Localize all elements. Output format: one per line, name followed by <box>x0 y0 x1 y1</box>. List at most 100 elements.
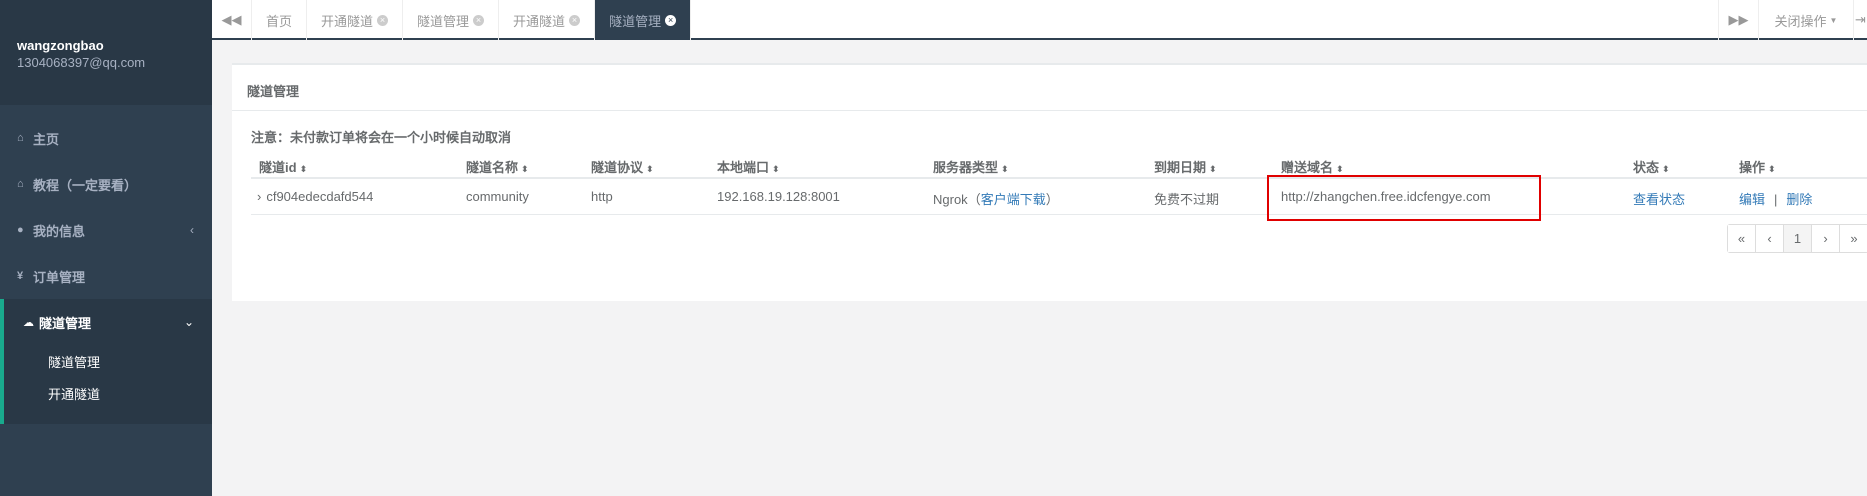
expand-row-icon[interactable]: › <box>257 189 261 204</box>
column-header-label: 隧道id <box>259 160 297 175</box>
view-status-link[interactable]: 查看状态 <box>1633 189 1685 208</box>
tab-open-tunnel[interactable]: 开通隧道 × <box>307 0 404 40</box>
cell-server-type: Ngrok（客户端下载） <box>933 189 1059 208</box>
column-header-actions[interactable]: 操作 ⬍ <box>1739 157 1776 176</box>
next-page-button[interactable]: › <box>1812 225 1840 252</box>
sort-icon: ⬍ <box>1768 164 1776 174</box>
separator: | <box>1774 192 1778 207</box>
sidebar-submenu: 隧道管理 开通隧道 <box>4 345 212 424</box>
sort-icon: ⬍ <box>646 164 654 174</box>
column-header-id[interactable]: 隧道id ⬍ <box>259 157 307 176</box>
column-header-label: 状态 <box>1633 160 1660 175</box>
scroll-right-icon[interactable]: ▶▶ <box>1718 0 1758 40</box>
sort-icon: ⬍ <box>1209 164 1217 174</box>
paren-close: ） <box>1045 192 1059 207</box>
tab-label: 隧道管理 <box>609 13 662 29</box>
tab-tunnel-manage-active[interactable]: 隧道管理 × <box>595 0 692 40</box>
home-icon: ⌂ <box>17 132 24 144</box>
sort-icon: ⬍ <box>772 164 780 174</box>
first-page-button[interactable]: « <box>1728 225 1756 252</box>
sidebar-item-my-info[interactable]: ● 我的信息 ‹ <box>0 207 212 253</box>
last-page-button[interactable]: » <box>1840 225 1867 252</box>
chevron-down-icon: ⌄ <box>183 315 194 329</box>
sidebar-item-label: 隧道管理 <box>39 315 92 331</box>
close-icon[interactable]: × <box>473 14 485 26</box>
column-header-label: 赠送域名 <box>1281 160 1334 175</box>
tab-tools: ▶▶ 关闭操作 ▼ ⇥ <box>1718 0 1867 40</box>
cell-expiry: 免费不过期 <box>1154 192 1220 207</box>
cell-name: community <box>466 189 529 204</box>
user-icon: ● <box>17 224 24 236</box>
cloud-icon: ☁ <box>23 316 34 329</box>
edit-link[interactable]: 编辑 <box>1739 192 1765 207</box>
column-header-local-port[interactable]: 本地端口 ⬍ <box>717 157 780 176</box>
column-header-domain[interactable]: 赠送域名 ⬍ <box>1281 157 1344 176</box>
tab-label: 开通隧道 <box>513 13 566 29</box>
column-header-label: 本地端口 <box>717 160 770 175</box>
tab-home[interactable]: 首页 <box>252 0 308 40</box>
tab-label: 首页 <box>266 13 293 29</box>
sort-icon: ⬍ <box>299 164 308 174</box>
chevron-left-icon: ‹ <box>190 223 194 237</box>
column-header-server-type[interactable]: 服务器类型 ⬍ <box>933 157 1009 176</box>
cell-protocol: http <box>591 189 613 204</box>
sort-icon: ⬍ <box>1001 164 1009 174</box>
sidebar-item-label: 主页 <box>33 131 60 147</box>
sidebar-item-label: 订单管理 <box>33 269 86 285</box>
sort-icon: ⬍ <box>1336 164 1344 174</box>
sidebar-item-orders[interactable]: ¥ 订单管理 <box>0 253 212 299</box>
close-icon[interactable]: × <box>569 14 581 26</box>
yen-icon: ¥ <box>17 270 24 282</box>
tabs-bar: ◀◀ 首页 开通隧道 × 隧道管理 × 开通隧道 × 隧道管理 × ▶▶ 关闭操… <box>212 0 1867 40</box>
highlight-box <box>1267 175 1541 221</box>
column-header-expiry[interactable]: 到期日期 ⬍ <box>1154 157 1217 176</box>
paren-open: （ <box>967 192 981 207</box>
tab-tunnel-manage[interactable]: 隧道管理 × <box>403 0 500 40</box>
sort-icon: ⬍ <box>521 164 529 174</box>
content-panel: 隧道管理 注意：未付款订单将会在一个小时候自动取消 隧道id ⬍ 隧道名称 ⬍ 隧道… <box>232 63 1867 301</box>
home-icon: ⌂ <box>17 178 24 190</box>
scroll-left-icon[interactable]: ◀◀ <box>212 0 252 40</box>
exit-icon[interactable]: ⇥ <box>1853 0 1867 40</box>
notice-text: 注意：未付款订单将会在一个小时候自动取消 <box>251 130 512 145</box>
column-header-label: 操作 <box>1739 160 1766 175</box>
table-row: › cf904edecdafd544 community http 192.168… <box>251 179 1867 215</box>
sidebar-subitem-open-tunnel[interactable]: 开通隧道 <box>4 377 212 409</box>
tabs: 首页 开通隧道 × 隧道管理 × 开通隧道 × 隧道管理 × <box>252 0 692 40</box>
column-header-protocol[interactable]: 隧道协议 ⬍ <box>591 157 654 176</box>
column-header-name[interactable]: 隧道名称 ⬍ <box>466 157 529 176</box>
tab-open-tunnel[interactable]: 开通隧道 × <box>499 0 596 40</box>
column-header-status[interactable]: 状态 ⬍ <box>1633 157 1670 176</box>
profile-username[interactable]: wangzongbao <box>17 38 212 53</box>
column-header-label: 隧道协议 <box>591 160 644 175</box>
column-header-label: 服务器类型 <box>933 160 999 175</box>
sidebar-group-tunnels: ☁ 隧道管理 ⌄ 隧道管理 开通隧道 <box>0 299 212 424</box>
page-1-button[interactable]: 1 <box>1784 225 1812 252</box>
cell-id: › cf904edecdafd544 <box>257 189 373 204</box>
cell-local-port: 192.168.19.128:8001 <box>717 189 840 204</box>
cell-actions: 编辑 | 删除 <box>1739 189 1812 208</box>
sidebar-item-tunnels[interactable]: ☁ 隧道管理 ⌄ <box>4 299 212 345</box>
server-type-text: Ngrok <box>933 192 968 207</box>
panel-title: 隧道管理 <box>232 65 1867 111</box>
tab-label: 隧道管理 <box>417 13 470 29</box>
sidebar-item-label: 教程（一定要看） <box>33 177 138 193</box>
column-header-label: 隧道名称 <box>466 160 519 175</box>
sidebar-subitem-tunnel-manage[interactable]: 隧道管理 <box>4 345 212 377</box>
sidebar-item-label: 我的信息 <box>33 223 86 239</box>
column-header-label: 到期日期 <box>1154 160 1207 175</box>
tab-label: 开通隧道 <box>321 13 374 29</box>
prev-page-button[interactable]: ‹ <box>1756 225 1784 252</box>
delete-link[interactable]: 删除 <box>1786 192 1812 207</box>
sidebar: wangzongbao 1304068397@qq.com ⌂ 主页 ⌂ 教程（… <box>0 0 212 496</box>
profile: wangzongbao 1304068397@qq.com <box>0 0 212 105</box>
caret-down-icon: ▼ <box>1829 15 1838 25</box>
sidebar-item-tutorial[interactable]: ⌂ 教程（一定要看） <box>0 161 212 207</box>
close-operations-dropdown[interactable]: 关闭操作 ▼ <box>1758 0 1853 40</box>
table-header: 隧道id ⬍ 隧道名称 ⬍ 隧道协议 ⬍ 本地端口 ⬍ 服务器类型 ⬍ 到期日期 ⬍ 赠送域… <box>251 150 1867 179</box>
close-icon[interactable]: × <box>377 14 389 26</box>
close-icon[interactable]: × <box>665 14 677 26</box>
client-download-link[interactable]: 客户端下载 <box>981 192 1046 207</box>
sidebar-item-home[interactable]: ⌂ 主页 <box>0 115 212 161</box>
sort-icon: ⬍ <box>1662 164 1670 174</box>
